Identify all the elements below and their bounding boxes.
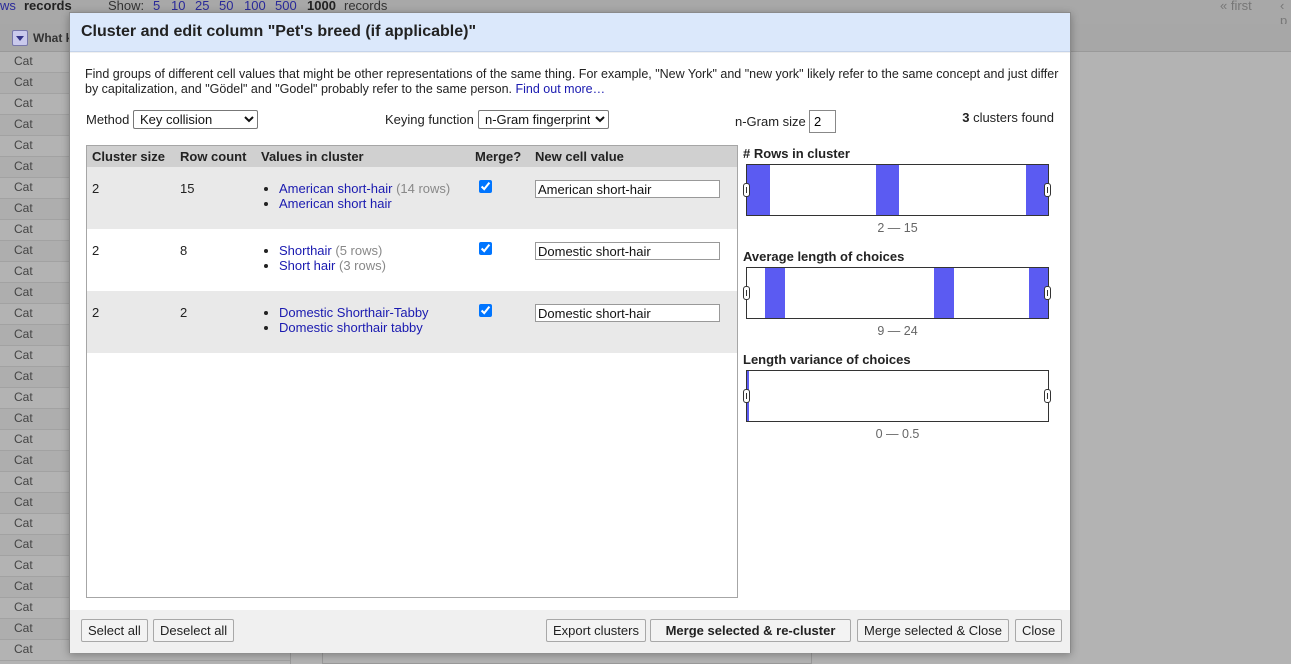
clusters-table-header: Cluster size Row count Values in cluster…	[87, 146, 737, 167]
cluster-value-link[interactable]: American short-hair	[279, 181, 392, 196]
dialog-title: Cluster and edit column "Pet's breed (if…	[81, 23, 477, 40]
range-handle-right[interactable]	[1044, 286, 1051, 300]
rows-link[interactable]: ws	[0, 0, 16, 13]
cluster-value-count: (5 rows)	[335, 243, 383, 258]
merge-checkbox[interactable]	[479, 180, 492, 193]
histogram-average-length	[743, 267, 1051, 319]
cluster-row: 2 8 Shorthair (5 rows) Short hair (3 row…	[87, 229, 737, 291]
header-merge[interactable]: Merge?	[475, 149, 521, 164]
deselect-all-button[interactable]: Deselect all	[153, 619, 235, 642]
facet-title-length-variance: Length variance of choices	[743, 352, 911, 367]
select-all-button[interactable]: Select all	[81, 619, 148, 642]
header-cluster-size[interactable]: Cluster size	[92, 149, 165, 164]
cluster-value-count: (14 rows)	[396, 181, 451, 196]
histogram-length-variance	[743, 370, 1051, 422]
new-cell-value-input[interactable]	[535, 242, 720, 260]
find-out-more-link[interactable]: Find out more…	[516, 82, 606, 96]
cluster-value-link[interactable]: Shorthair	[279, 243, 332, 258]
clusters-count: 3	[962, 110, 970, 125]
range-handle-right[interactable]	[1044, 183, 1051, 197]
new-cell-value-input[interactable]	[535, 180, 720, 198]
histogram-bar	[765, 268, 785, 318]
header-row-count[interactable]: Row count	[180, 149, 246, 164]
cluster-value-item: Domestic Shorthair-Tabby	[279, 305, 429, 320]
cluster-value-count: (3 rows)	[339, 258, 386, 273]
cluster-value-link[interactable]: Domestic Shorthair-Tabby	[279, 305, 429, 320]
facet-range-length-variance: 0 — 0.5	[875, 427, 920, 441]
cluster-edit-dialog: Cluster and edit column "Pet's breed (if…	[69, 12, 1071, 653]
row-count-cell: 15	[180, 181, 195, 196]
cluster-size-cell: 2	[92, 181, 100, 196]
cluster-row: 2 15 American short-hair (14 rows) Ameri…	[87, 167, 737, 229]
export-clusters-button[interactable]: Export clusters	[546, 619, 646, 642]
histogram-rows-in-cluster	[743, 164, 1051, 216]
header-values-in-cluster[interactable]: Values in cluster	[261, 149, 364, 164]
merge-close-button[interactable]: Merge selected & Close	[857, 619, 1010, 642]
new-cell-value-input[interactable]	[535, 304, 720, 322]
keying-function-select[interactable]: n-Gram fingerprint	[478, 110, 609, 129]
range-handle-left[interactable]	[743, 389, 750, 403]
row-count-cell: 2	[180, 305, 188, 320]
cluster-values-list: Domestic Shorthair-Tabby Domestic shorth…	[261, 305, 429, 335]
dialog-description: Find groups of different cell values tha…	[85, 67, 1060, 97]
cluster-size-cell: 2	[92, 243, 100, 258]
dialog-header: Cluster and edit column "Pet's breed (if…	[70, 13, 1070, 52]
cluster-row: 2 2 Domestic Shorthair-Tabby Domestic sh…	[87, 291, 737, 353]
cluster-values-list: American short-hair (14 rows) American s…	[261, 181, 450, 211]
close-button[interactable]: Close	[1015, 619, 1063, 642]
keying-function-label: Keying function	[385, 112, 474, 127]
histogram-bar	[934, 268, 954, 318]
merge-checkbox[interactable]	[479, 242, 492, 255]
dialog-footer: Select all Deselect all Export clusters …	[70, 610, 1070, 653]
cluster-values-list: Shorthair (5 rows) Short hair (3 rows)	[261, 243, 386, 273]
cluster-value-item: American short hair	[279, 196, 450, 211]
clusters-found-label: clusters found	[973, 110, 1054, 125]
facet-title-rows-in-cluster: # Rows in cluster	[743, 146, 850, 161]
cluster-value-item: Short hair (3 rows)	[279, 258, 386, 273]
cluster-value-item: Domestic shorthair tabby	[279, 320, 429, 335]
facet-range-average-length: 9 — 24	[877, 324, 918, 338]
dialog-body: Find groups of different cell values tha…	[70, 53, 1070, 610]
header-new-cell-value[interactable]: New cell value	[535, 149, 624, 164]
range-handle-left[interactable]	[743, 183, 750, 197]
column-header-label: What k	[33, 31, 73, 45]
clusters-found-status: 3 clusters found	[962, 110, 1054, 125]
merge-checkbox[interactable]	[479, 304, 492, 317]
row-count-cell: 8	[180, 243, 188, 258]
cluster-value-link[interactable]: American short hair	[279, 196, 392, 211]
records-mode-label[interactable]: records	[24, 0, 72, 13]
clusters-table: Cluster size Row count Values in cluster…	[86, 145, 738, 598]
method-select[interactable]: Key collision	[133, 110, 258, 129]
method-label: Method	[86, 112, 130, 127]
column-menu-dropdown-icon[interactable]	[12, 30, 28, 46]
facet-range-rows-in-cluster: 2 — 15	[877, 221, 918, 235]
cluster-value-item: American short-hair (14 rows)	[279, 181, 450, 196]
ngram-size-label: n-Gram size	[735, 114, 806, 129]
range-handle-right[interactable]	[1044, 389, 1051, 403]
ngram-size-input[interactable]	[809, 110, 836, 133]
histogram-bar	[747, 165, 770, 215]
range-handle-left[interactable]	[743, 286, 750, 300]
cluster-value-link[interactable]: Short hair	[279, 258, 335, 273]
cluster-size-cell: 2	[92, 305, 100, 320]
cluster-value-link[interactable]: Domestic shorthair tabby	[279, 320, 423, 335]
histogram-bar	[876, 165, 899, 215]
cluster-value-item: Shorthair (5 rows)	[279, 243, 386, 258]
merge-recluster-button[interactable]: Merge selected & re-cluster	[650, 619, 851, 642]
first-page-link[interactable]: « first	[1220, 0, 1252, 13]
facet-title-average-length: Average length of choices	[743, 249, 905, 264]
